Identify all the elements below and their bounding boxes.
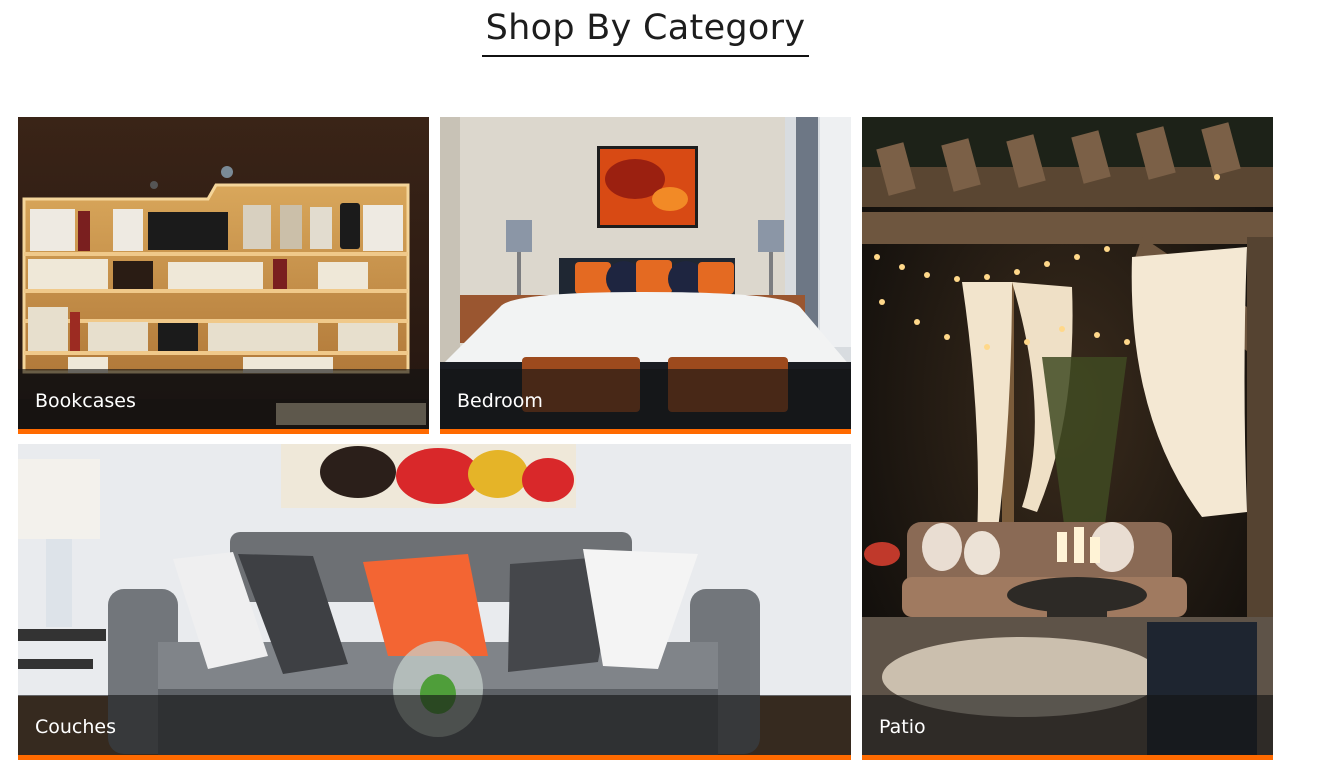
- category-tile-couches[interactable]: Couches: [18, 444, 851, 760]
- category-tile-bedroom[interactable]: Bedroom: [440, 117, 851, 434]
- category-label: Bedroom: [457, 390, 543, 412]
- shop-by-category-section: Shop By Category Bookcases Bedroom Couch…: [0, 0, 1320, 764]
- section-title: Shop By Category: [482, 6, 809, 57]
- category-label: Bookcases: [35, 390, 136, 412]
- category-tile-patio[interactable]: Patio: [862, 117, 1273, 760]
- caption-overlay: [18, 695, 851, 755]
- patio-image: [862, 117, 1273, 755]
- category-label: Patio: [879, 716, 926, 738]
- category-tile-bookcases[interactable]: Bookcases: [18, 117, 429, 434]
- category-label: Couches: [35, 716, 117, 738]
